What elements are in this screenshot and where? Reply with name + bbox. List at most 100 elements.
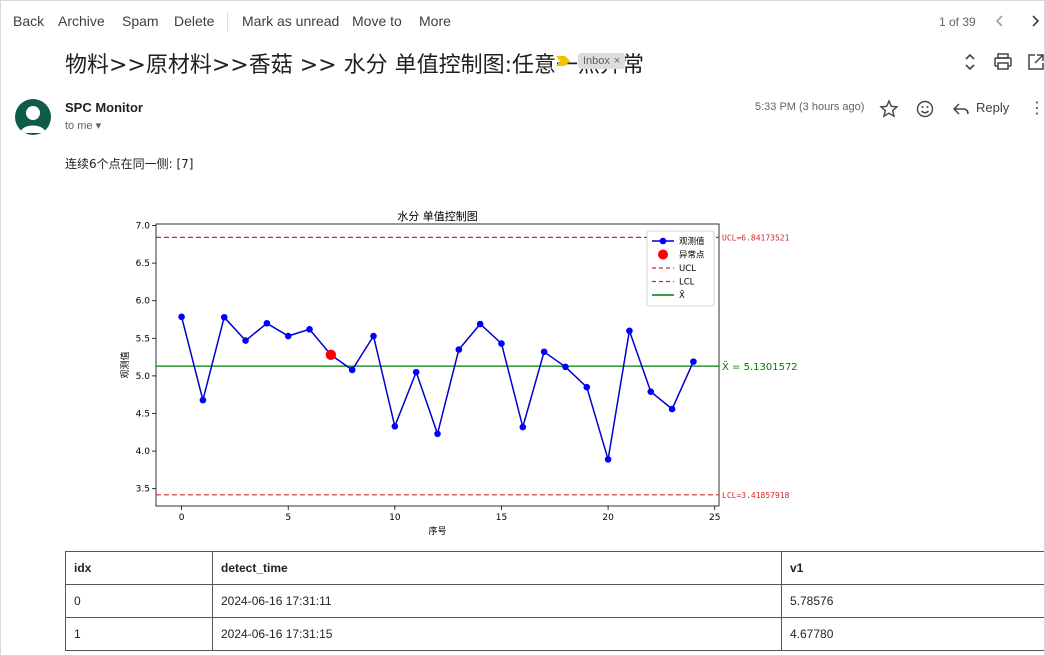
- legend-label: 异常点: [679, 250, 705, 261]
- data-point: [668, 405, 676, 413]
- reply-button[interactable]: Reply: [976, 100, 1009, 115]
- y-axis-label: 观测值: [119, 351, 131, 378]
- column-header: detect_time: [212, 551, 782, 585]
- data-point: [583, 383, 591, 391]
- data-point: [263, 319, 271, 327]
- y-tick-label: 7.0: [136, 222, 151, 232]
- chevron-down-icon: ▾: [95, 120, 102, 132]
- chart-title: 水分 单值控制图: [397, 209, 478, 223]
- table-cell: 2024-06-16 17:31:15: [212, 617, 782, 651]
- star-icon[interactable]: [878, 98, 900, 120]
- data-point: [199, 396, 207, 404]
- legend-label: LCL: [679, 278, 695, 288]
- data-point: [626, 327, 633, 335]
- inbox-label[interactable]: Inbox ×: [578, 53, 626, 69]
- more-button[interactable]: More: [419, 13, 451, 29]
- toolbar-divider: [227, 12, 228, 32]
- data-point: [455, 346, 463, 353]
- table-row: 1 2024-06-16 17:31:15 4.67780: [65, 617, 1044, 651]
- delete-button[interactable]: Delete: [174, 13, 214, 29]
- table-cell: 1: [65, 617, 213, 651]
- emoji-icon[interactable]: [914, 98, 936, 120]
- expand-collapse-icon[interactable]: [959, 51, 981, 73]
- data-point: [391, 422, 399, 430]
- x-axis-label: 序号: [428, 525, 446, 537]
- table-header-row: idx detect_time v1: [65, 551, 1044, 585]
- data-point: [562, 363, 569, 371]
- reply-icon[interactable]: [950, 98, 972, 120]
- data-point: [306, 325, 313, 333]
- anomaly-point: [325, 349, 337, 361]
- y-tick-label: 4.5: [136, 410, 150, 420]
- data-point: [476, 320, 484, 328]
- y-tick-label: 4.0: [136, 447, 151, 457]
- x-tick-label: 20: [602, 513, 614, 523]
- y-tick-label: 6.5: [136, 259, 150, 269]
- y-tick-label: 6.0: [136, 297, 151, 307]
- series-line: [180, 315, 695, 460]
- control-chart: 水分 单值控制图 3.5 4.0 4.5 5.0 5.5 6.0 6.5 7.0 0 5 10 15 20…: [119, 209, 798, 537]
- open-new-window-icon[interactable]: [1025, 51, 1044, 73]
- data-point: [220, 313, 228, 321]
- x-tick-label: 25: [709, 513, 720, 523]
- column-header: idx: [65, 551, 213, 585]
- y-tick-label: 5.5: [136, 334, 150, 344]
- data-point: [519, 423, 527, 431]
- data-point: [284, 332, 292, 340]
- column-header: v1: [781, 551, 1044, 585]
- move-to-button[interactable]: Move to: [352, 13, 402, 29]
- table-cell: 5.78576: [781, 584, 1044, 618]
- table-cell: 4.67780: [781, 617, 1044, 651]
- email-body-text: 连续6个点在同一侧: [7]: [65, 157, 194, 171]
- important-marker-icon[interactable]: [555, 54, 571, 72]
- table-row: 0 2024-06-16 17:31:11 5.78576: [65, 584, 1044, 618]
- legend-swatch-marker: [659, 237, 667, 245]
- more-options-icon[interactable]: ⋮: [1029, 98, 1044, 118]
- data-point: [412, 368, 420, 376]
- back-button[interactable]: Back: [13, 13, 44, 29]
- legend-swatch: [658, 249, 668, 260]
- legend-label: X̄: [679, 289, 685, 301]
- avatar[interactable]: [15, 99, 51, 135]
- recipient-dropdown[interactable]: to me ▾: [65, 119, 101, 132]
- archive-button[interactable]: Archive: [58, 13, 105, 29]
- data-point: [647, 388, 655, 395]
- recipient-text: to me: [65, 120, 93, 132]
- next-icon[interactable]: [1024, 10, 1044, 32]
- y-tick-label: 5.0: [136, 372, 151, 382]
- spam-button[interactable]: Spam: [122, 13, 159, 29]
- prev-icon[interactable]: [989, 10, 1011, 32]
- print-icon[interactable]: [992, 51, 1014, 73]
- ucl-label: UCL=6.84173521: [722, 233, 790, 242]
- remove-label-icon[interactable]: ×: [614, 55, 620, 67]
- plot-frame: [155, 223, 720, 507]
- data-point: [178, 313, 185, 321]
- data-point: [604, 456, 612, 463]
- x-tick-label: 10: [389, 513, 401, 523]
- data-point: [498, 340, 505, 347]
- mean-label: X̄ = 5.1301572: [722, 360, 798, 373]
- email-window: Back Archive Spam Delete Mark as unread …: [0, 0, 1045, 656]
- data-point: [434, 430, 441, 438]
- y-tick-label: 3.5: [136, 485, 150, 495]
- x-tick-label: 15: [496, 513, 507, 523]
- inbox-label-text: Inbox: [583, 55, 610, 67]
- data-point: [540, 348, 548, 356]
- data-point: [370, 332, 377, 340]
- sender-name[interactable]: SPC Monitor: [65, 100, 143, 115]
- email-timestamp: 5:33 PM (3 hours ago): [755, 101, 865, 113]
- mark-unread-button[interactable]: Mark as unread: [242, 13, 339, 29]
- x-tick-label: 5: [285, 513, 291, 523]
- legend-label: UCL: [679, 264, 696, 274]
- data-point: [242, 337, 249, 344]
- table-cell: 0: [65, 584, 213, 618]
- table-cell: 2024-06-16 17:31:11: [212, 584, 782, 618]
- lcl-label: LCL=3.41857918: [722, 491, 790, 500]
- data-table: idx detect_time v1 0 2024-06-16 17:31:11…: [65, 551, 1044, 651]
- data-point: [690, 358, 697, 365]
- pager-count: 1 of 39: [939, 15, 976, 29]
- x-tick-label: 0: [179, 513, 185, 523]
- data-point: [348, 366, 356, 374]
- toolbar: Back Archive Spam Delete Mark as unread …: [1, 1, 1044, 43]
- legend-label: 观测值: [679, 236, 705, 247]
